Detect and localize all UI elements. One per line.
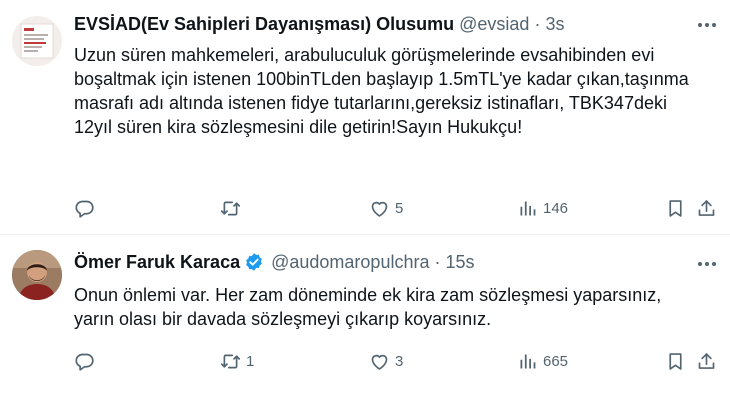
reply-icon: [75, 353, 94, 371]
verified-badge-icon: [244, 252, 264, 272]
separator: ·: [534, 14, 541, 34]
reply-button[interactable]: [74, 196, 100, 220]
retweet-icon: [220, 354, 241, 368]
views-icon: [520, 354, 536, 368]
display-name[interactable]: Ömer Faruk Karaca: [74, 252, 240, 272]
views-button[interactable]: 146: [517, 196, 568, 220]
share-icon: [698, 352, 715, 369]
views-icon: [520, 201, 536, 215]
share-icon: [698, 199, 715, 216]
retweet-icon: [220, 201, 241, 215]
tweet-header: Ömer Faruk Karaca @audomaropulchra · 15s: [74, 251, 475, 273]
bookmark-button[interactable]: [665, 349, 686, 373]
reply-button[interactable]: [74, 349, 100, 373]
timestamp[interactable]: 15s: [446, 252, 475, 272]
bookmark-button[interactable]: [665, 196, 686, 220]
timestamp[interactable]: 3s: [545, 14, 564, 34]
tweet-text: Uzun süren mahkemeleri, arabuluculuk gör…: [74, 45, 689, 137]
more-icon[interactable]: [696, 253, 718, 275]
display-name[interactable]: EVSİAD(Ev Sahipleri Dayanışması) Olusumu: [74, 14, 454, 34]
tweet-text: Onun önlemi var. Her zam döneminde ek ki…: [74, 285, 662, 329]
more-icon[interactable]: [696, 14, 718, 36]
like-count: 5: [395, 199, 404, 217]
like-count: 3: [395, 352, 404, 370]
retweet-count: 1: [246, 352, 255, 370]
tweet[interactable]: Ömer Faruk Karaca @audomaropulchra · 15s…: [0, 235, 730, 420]
avatar[interactable]: [12, 250, 62, 300]
like-icon: [371, 201, 388, 217]
avatar[interactable]: [12, 16, 62, 66]
like-button[interactable]: 5: [369, 196, 403, 220]
views-button[interactable]: 665: [517, 349, 568, 373]
retweet-button[interactable]: [220, 196, 246, 220]
share-button[interactable]: [696, 196, 717, 220]
reply-icon: [75, 200, 94, 218]
tweet[interactable]: EVSİAD(Ev Sahipleri Dayanışması) Olusumu…: [0, 0, 730, 235]
bookmark-icon: [669, 352, 682, 370]
tweet-header: EVSİAD(Ev Sahipleri Dayanışması) Olusumu…: [74, 13, 565, 35]
like-button[interactable]: 3: [369, 349, 403, 373]
handle[interactable]: @audomaropulchra: [271, 252, 429, 272]
retweet-button[interactable]: 1: [220, 349, 254, 373]
share-button[interactable]: [696, 349, 717, 373]
action-bar: 1 3 665: [74, 349, 718, 373]
like-icon: [371, 354, 388, 370]
view-count: 665: [543, 352, 569, 370]
view-count: 146: [543, 199, 569, 217]
bookmark-icon: [669, 199, 682, 217]
separator: ·: [434, 252, 441, 272]
handle[interactable]: @evsiad: [459, 14, 529, 34]
action-bar: 5 146: [74, 196, 718, 220]
